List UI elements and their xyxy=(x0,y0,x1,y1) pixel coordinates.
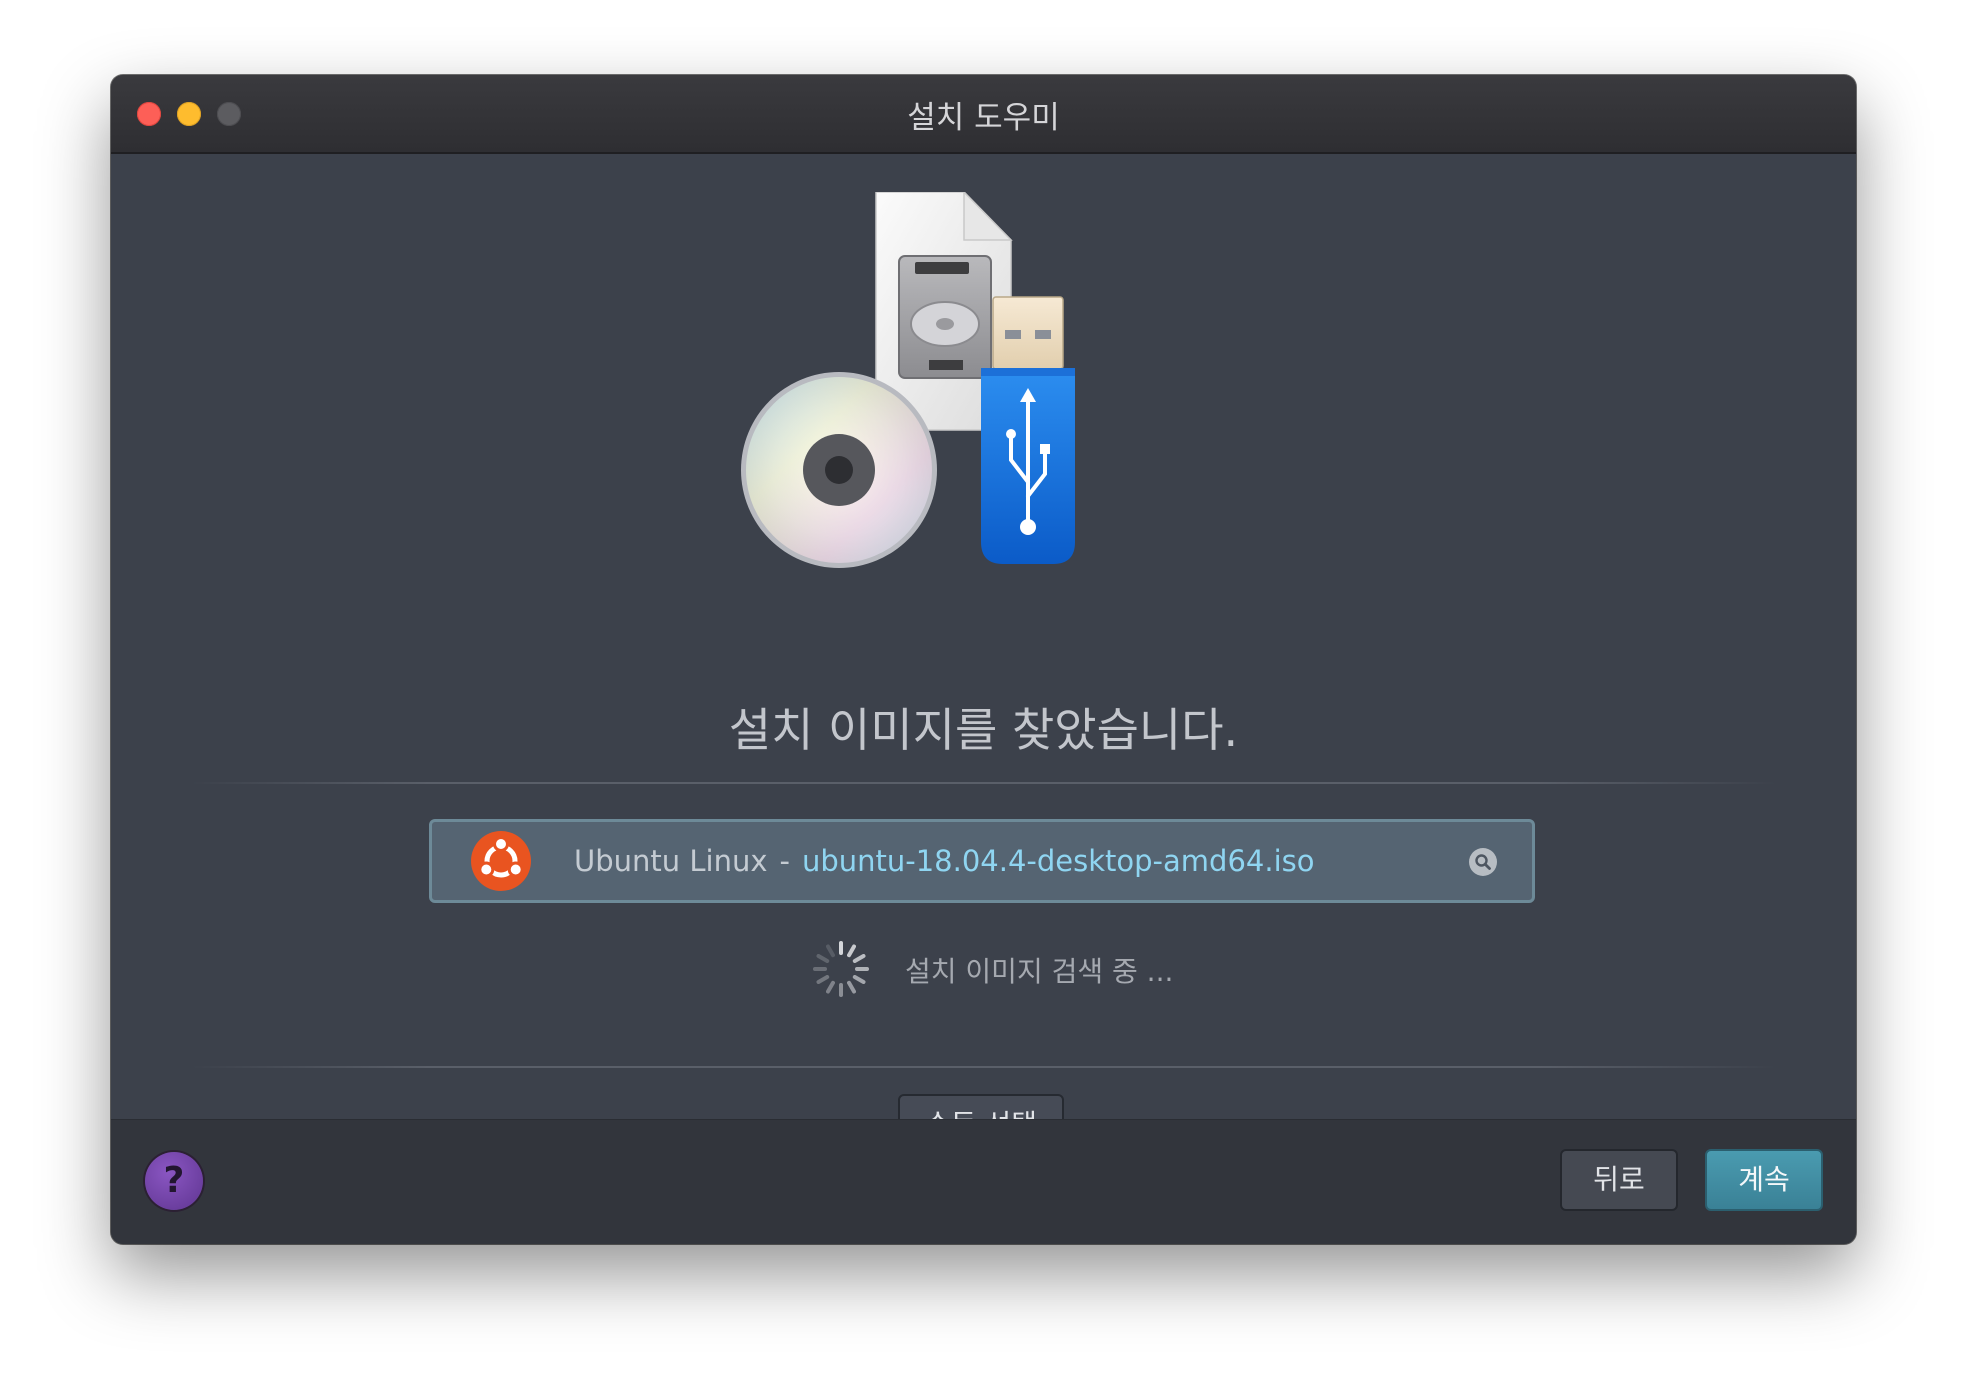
iso-file-name[interactable]: ubuntu-18.04.4-desktop-amd64.iso xyxy=(802,844,1315,878)
detected-image-label: Ubuntu Linux - ubuntu-18.04.4-desktop-amd6… xyxy=(574,844,1314,878)
divider xyxy=(191,782,1776,784)
divider xyxy=(191,1066,1776,1068)
loading-spinner-icon xyxy=(813,941,869,997)
installation-assistant-window: 설치 도우미 설치 이미지를 찾았습니다. Ubuntu Linux - ubu… xyxy=(111,75,1856,1244)
detected-image-item[interactable]: Ubuntu Linux - ubuntu-18.04.4-desktop-amd6… xyxy=(429,819,1535,903)
title-bar[interactable]: 설치 도우미 xyxy=(111,75,1856,154)
result-heading: 설치 이미지를 찾았습니다. xyxy=(728,703,1239,757)
search-status-text: 설치 이미지 검색 중 ... xyxy=(905,955,1174,988)
continue-button[interactable]: 계속 xyxy=(1705,1149,1823,1211)
os-name: Ubuntu Linux xyxy=(574,844,768,878)
help-button[interactable]: ? xyxy=(145,1152,203,1210)
main-content: 설치 이미지를 찾았습니다. Ubuntu Linux - ubuntu-18.04… xyxy=(111,154,1856,1156)
back-button[interactable]: 뒤로 xyxy=(1560,1149,1678,1211)
installation-media-illustration xyxy=(741,192,1075,568)
window-title: 설치 도우미 xyxy=(907,100,1060,136)
magnifier-icon[interactable] xyxy=(1468,847,1498,877)
ubuntu-logo-icon xyxy=(471,831,531,891)
footer-bar: ? 뒤로 계속 xyxy=(111,1119,1856,1244)
separator: - xyxy=(779,844,790,878)
